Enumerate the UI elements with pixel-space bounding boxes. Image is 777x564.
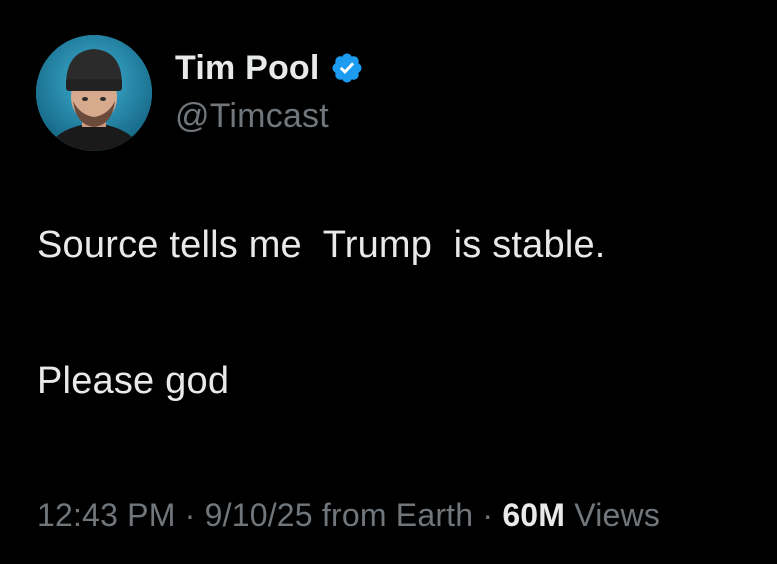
views-count[interactable]: 60M — [502, 497, 565, 533]
avatar[interactable] — [36, 35, 152, 151]
verified-badge-icon — [330, 51, 364, 85]
author-display-name[interactable]: Tim Pool — [175, 47, 320, 89]
meta-separator: · — [473, 497, 503, 533]
tweet-date[interactable]: 9/10/25 — [205, 497, 313, 533]
views-label[interactable]: Views — [565, 497, 660, 533]
author-handle[interactable]: @Timcast — [175, 95, 329, 137]
meta-separator: · — [175, 497, 205, 533]
tweet-card: Tim Pool @Timcast Source tells me Trump … — [0, 0, 777, 564]
tweet-meta: 12:43 PM · 9/10/25 from Earth · 60M View… — [37, 495, 660, 535]
tweet-location: from Earth — [312, 497, 474, 533]
tweet-time[interactable]: 12:43 PM — [37, 497, 176, 533]
author-name-row[interactable]: Tim Pool — [175, 47, 364, 89]
tweet-text-line-1: Source tells me Trump is stable. — [37, 224, 606, 266]
tweet-text-line-2: Please god — [37, 360, 230, 402]
avatar-image — [36, 35, 152, 151]
